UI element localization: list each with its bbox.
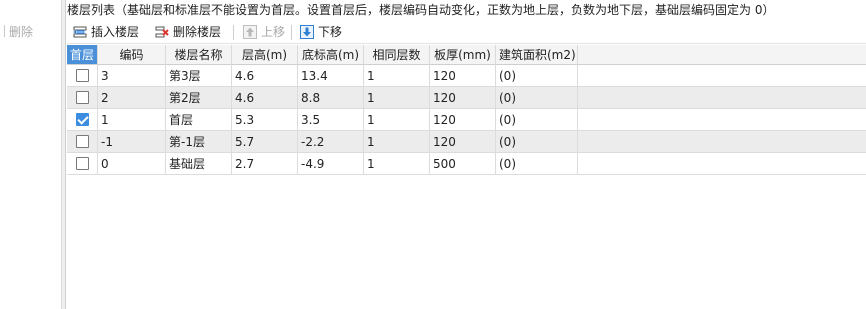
first-floor-checkbox[interactable]: [75, 91, 89, 104]
left-delete-button[interactable]: 删除: [0, 22, 33, 42]
cell-bottom-elevation[interactable]: -4.9: [298, 153, 364, 175]
first-floor-checkbox-cell[interactable]: [67, 131, 98, 153]
first-floor-checkbox-cell[interactable]: [67, 109, 98, 131]
cell-building-area[interactable]: (0): [496, 65, 578, 87]
cell-building-area[interactable]: (0): [496, 87, 578, 109]
cell-slab-thickness[interactable]: 120: [430, 109, 496, 131]
cell-bottom-elevation[interactable]: 3.5: [298, 109, 364, 131]
cell-same-floor-count[interactable]: 1: [364, 65, 430, 87]
header-same-floor-count[interactable]: 相同层数: [364, 45, 430, 65]
floor-list-title: 楼层列表（基础层和标准层不能设置为首层。设置首层后，楼层编码自动变化，正数为地上…: [67, 3, 775, 17]
left-panel: 删除: [0, 0, 62, 309]
cell-building-area[interactable]: (0): [496, 109, 578, 131]
cell-building-area[interactable]: (0): [496, 131, 578, 153]
cell-bottom-elevation[interactable]: 13.4: [298, 65, 364, 87]
header-building-area[interactable]: 建筑面积(m2): [496, 45, 578, 65]
cell-filler: [578, 65, 866, 87]
cell-slab-thickness[interactable]: 120: [430, 87, 496, 109]
cell-floor-name[interactable]: 第3层: [166, 65, 232, 87]
header-floor-height[interactable]: 层高(m): [232, 45, 298, 65]
cell-floor-name[interactable]: 首层: [166, 109, 232, 131]
toolbar-separator: [4, 25, 5, 37]
cell-floor-name[interactable]: 基础层: [166, 153, 232, 175]
toolbar-separator: [233, 25, 234, 40]
arrow-down-icon: [300, 25, 314, 39]
cell-floor-height[interactable]: 4.6: [232, 65, 298, 87]
arrow-up-icon: [243, 25, 257, 39]
header-filler: [578, 45, 866, 65]
insert-floor-icon: [73, 26, 87, 38]
panel-splitter[interactable]: [62, 0, 66, 309]
cell-floor-height[interactable]: 4.6: [232, 87, 298, 109]
delete-floor-label: 删除楼层: [173, 25, 222, 39]
first-floor-checkbox[interactable]: [75, 157, 89, 170]
move-up-label: 上移: [261, 25, 286, 39]
cell-same-floor-count[interactable]: 1: [364, 153, 430, 175]
first-floor-checkbox[interactable]: [75, 69, 89, 82]
insert-floor-button[interactable]: 插入楼层: [73, 22, 139, 42]
header-bottom-elevation[interactable]: 底标高(m): [298, 45, 364, 65]
first-floor-checkbox-cell[interactable]: [67, 153, 98, 175]
cell-code[interactable]: 0: [98, 153, 166, 175]
cell-building-area[interactable]: (0): [496, 153, 578, 175]
move-up-button[interactable]: 上移: [243, 22, 285, 42]
table-row[interactable]: 3 第3层 4.6 13.4 1 120 (0): [67, 65, 866, 87]
floor-toolbar: 插入楼层 删除楼层 上移 下移: [67, 21, 866, 44]
cell-slab-thickness[interactable]: 500: [430, 153, 496, 175]
cell-same-floor-count[interactable]: 1: [364, 109, 430, 131]
header-first-floor[interactable]: 首层: [67, 45, 98, 65]
cell-filler: [578, 131, 866, 153]
toolbar-separator: [291, 25, 292, 40]
table-row[interactable]: -1 第-1层 5.7 -2.2 1 120 (0): [67, 131, 866, 153]
header-slab-thickness[interactable]: 板厚(mm): [430, 45, 496, 65]
cell-bottom-elevation[interactable]: -2.2: [298, 131, 364, 153]
cell-floor-height[interactable]: 5.7: [232, 131, 298, 153]
delete-floor-button[interactable]: 删除楼层: [155, 22, 221, 42]
left-delete-label: 删除: [9, 25, 34, 39]
first-floor-checkbox-cell[interactable]: [67, 65, 98, 87]
move-down-button[interactable]: 下移: [300, 22, 342, 42]
delete-floor-icon: [155, 26, 169, 38]
cell-code[interactable]: 2: [98, 87, 166, 109]
floor-table: 首层 编码 楼层名称 层高(m) 底标高(m) 相同层数 板厚(mm) 建筑面积…: [67, 45, 866, 309]
cell-filler: [578, 153, 866, 175]
insert-floor-label: 插入楼层: [91, 25, 140, 39]
table-row[interactable]: 0 基础层 2.7 -4.9 1 500 (0): [67, 153, 866, 175]
header-code[interactable]: 编码: [98, 45, 166, 65]
cell-slab-thickness[interactable]: 120: [430, 131, 496, 153]
first-floor-checkbox[interactable]: [75, 135, 89, 148]
cell-same-floor-count[interactable]: 1: [364, 131, 430, 153]
first-floor-checkbox-cell[interactable]: [67, 87, 98, 109]
cell-floor-name[interactable]: 第2层: [166, 87, 232, 109]
cell-code[interactable]: -1: [98, 131, 166, 153]
cell-filler: [578, 87, 866, 109]
cell-floor-height[interactable]: 2.7: [232, 153, 298, 175]
cell-floor-height[interactable]: 5.3: [232, 109, 298, 131]
table-row[interactable]: 2 第2层 4.6 8.8 1 120 (0): [67, 87, 866, 109]
cell-same-floor-count[interactable]: 1: [364, 87, 430, 109]
cell-filler: [578, 109, 866, 131]
first-floor-checkbox[interactable]: [75, 113, 89, 126]
cell-code[interactable]: 1: [98, 109, 166, 131]
cell-slab-thickness[interactable]: 120: [430, 65, 496, 87]
table-row[interactable]: 1 首层 5.3 3.5 1 120 (0): [67, 109, 866, 131]
cell-code[interactable]: 3: [98, 65, 166, 87]
cell-bottom-elevation[interactable]: 8.8: [298, 87, 364, 109]
move-down-label: 下移: [318, 25, 343, 39]
cell-floor-name[interactable]: 第-1层: [166, 131, 232, 153]
header-floor-name[interactable]: 楼层名称: [166, 45, 232, 65]
